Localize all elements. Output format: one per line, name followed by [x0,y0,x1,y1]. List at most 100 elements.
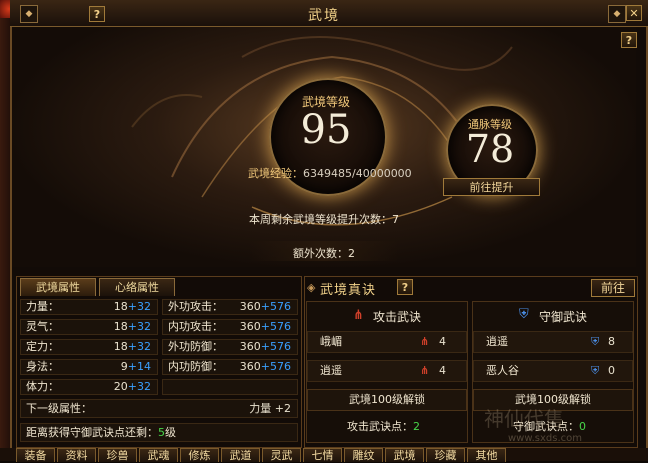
attribute-label: 体力： [26,380,59,393]
tongmai-level-value: 78 [465,127,515,171]
zhenjue-help-icon[interactable]: ? [397,279,413,295]
attribute-value: 360+576 [240,320,291,334]
attribute-base: 360 [239,320,261,333]
bottom-tab[interactable]: 灵武 [262,448,301,462]
defense-points-value: 0 [579,420,586,433]
extra-count: 额外次数：2 [293,247,355,260]
defense-item-erengu[interactable]: 恶人谷 ⛨ 0 [473,360,633,382]
attack-emblem-icon: ⋔ [353,308,364,323]
watermark: 神仙代售 [484,407,564,431]
goto-button[interactable]: 前往 [591,279,635,297]
attribute-base: 360 [239,360,261,373]
tab-xinluo-attributes[interactable]: 心络属性 [99,278,175,296]
attribute-cell-right [162,379,298,395]
attack-item-count: 4 [439,364,446,377]
zhenjue-title: 武境真诀 [320,283,377,298]
defense-point-icon: ⛨ [591,335,600,348]
distance-unit: 级 [165,426,176,439]
attribute-bonus: +32 [127,340,151,353]
attribute-value: 18+32 [114,300,151,314]
attribute-label: 内功攻击： [168,320,223,333]
bottom-tab[interactable]: 武魂 [139,448,178,462]
next-level-attributes: 下一级属性： 力量 +2 [20,399,298,418]
defense-emblem-icon: ⛨ [519,307,529,322]
close-icon[interactable]: ✕ [626,5,642,21]
attribute-value: 9+14 [121,360,151,374]
next-level-value: 力量 +2 [249,402,291,415]
attack-locked-slot[interactable]: 武境100级解锁 [307,389,467,411]
defense-title: 守御武诀 [539,310,588,324]
tab-wujing-attributes[interactable]: 武境属性 [20,278,96,296]
bottom-tab[interactable]: 其他 [467,448,506,462]
attribute-cell-left: 力量： 18+32 [20,299,158,315]
attribute-cell-left: 灵气： 18+32 [20,319,158,335]
attribute-bonus: +14 [127,360,151,373]
bottom-tab[interactable]: 武道 [221,448,260,462]
attribute-bonus: +576 [260,320,291,333]
attribute-bonus: +32 [127,320,151,333]
bottom-tab[interactable]: 武境 [385,448,424,462]
bottom-tab[interactable]: 雕纹 [344,448,383,462]
hero-help-icon[interactable]: ? [621,32,637,48]
attribute-value: 360+576 [240,340,291,354]
attribute-bonus: +32 [127,300,151,313]
defense-item-xiaoyao[interactable]: 逍遥 ⛨ 8 [473,331,633,353]
attack-title: 攻击武诀 [373,310,422,324]
goto-upgrade-button[interactable]: 前往提升 [443,178,540,196]
attribute-bonus: +576 [260,300,291,313]
exp-row: 武境经验：6349485/40000000 [248,165,412,181]
attribute-value: 18+32 [114,320,151,334]
watermark-url: www.sxds.com [508,433,583,444]
attribute-value: 18+32 [114,340,151,354]
attribute-base: 20 [113,380,128,393]
attack-points-value: 2 [413,420,420,433]
panel-ornament-icon: ◈ [307,281,316,294]
bottom-tab[interactable]: 七情 [303,448,342,462]
bottom-tab[interactable]: 珍藏 [426,448,465,462]
side-ornament-icon: ◆ [608,5,626,23]
attribute-label: 身法： [26,360,59,373]
attack-item-emei[interactable]: 峨嵋 ⋔ 4 [307,331,467,353]
bottom-tab[interactable]: 珍兽 [98,448,137,462]
window-title: 武境 [308,8,340,24]
bottom-tab[interactable]: 资料 [57,448,96,462]
defense-item-count: 8 [608,335,615,348]
distance-value: 5 [158,426,165,439]
bottom-tab[interactable]: 装备 [16,448,55,462]
attribute-base: 360 [239,300,261,313]
wujing-level-value: 95 [300,107,352,153]
weekly-upgrade-count: 本周剩余武境等级提升次数：7 [249,213,399,226]
attribute-cell-right: 内功攻击： 360+576 [162,319,298,335]
bottom-tab[interactable]: 修炼 [180,448,219,462]
attack-item-name: 峨嵋 [320,335,342,348]
defense-point-icon: ⛨ [591,364,600,377]
attribute-bonus: +576 [260,360,291,373]
distance-label: 距离获得守御武诀点还剩： [26,426,158,439]
attribute-label: 外功攻击： [168,300,223,313]
attack-item-name: 逍遥 [320,364,342,377]
attribute-cell-left: 体力： 20+32 [20,379,158,395]
attack-point-icon: ⋔ [420,335,430,348]
attack-item-xiaoyao[interactable]: 逍遥 ⋔ 4 [307,360,467,382]
attribute-label: 灵气： [26,320,59,333]
exp-label: 武境经验： [248,167,303,180]
attack-points-label: 攻击武诀点： [347,420,413,433]
defense-point-distance: 距离获得守御武诀点还剩：5级 [20,423,298,442]
attribute-base: 360 [239,340,261,353]
attribute-label: 内功防御： [168,360,223,373]
defense-item-name: 逍遥 [486,335,508,348]
defense-item-count: 0 [608,364,615,377]
attribute-value: 360+576 [240,360,291,374]
attribute-label: 外功防御： [168,340,223,353]
attribute-bonus: +576 [260,340,291,353]
attribute-base: 18 [113,340,128,353]
attribute-label: 定力： [26,340,59,353]
attribute-bonus: +32 [127,380,151,393]
attribute-value: 20+32 [114,380,151,394]
attribute-value: 360+576 [240,300,291,314]
defense-point-distance-text: 距离获得守御武诀点还剩：5级 [26,424,176,441]
defense-item-name: 恶人谷 [486,364,519,377]
attack-item-count: 4 [439,335,446,348]
attribute-base: 18 [113,320,128,333]
attribute-cell-right: 外功攻击： 360+576 [162,299,298,315]
